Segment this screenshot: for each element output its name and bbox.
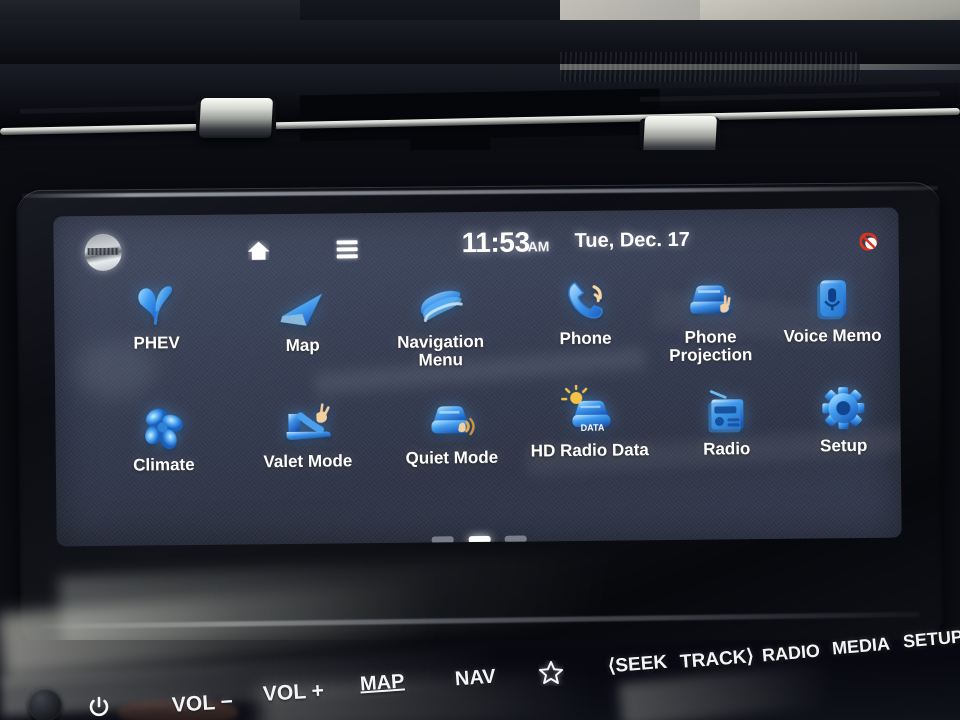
valet-hand-icon	[241, 395, 374, 448]
menu-icon[interactable]	[336, 240, 358, 259]
app-climate[interactable]: Climate	[97, 399, 230, 475]
quiet-car-icon	[385, 392, 518, 445]
phone-handset-icon	[519, 272, 652, 325]
vent-adjuster-left[interactable]	[198, 98, 274, 138]
radio-icon	[660, 383, 793, 436]
leaf-icon	[90, 277, 223, 330]
navigation-layers-icon	[374, 276, 507, 329]
status-bar: 11:53 AM Tue, Dec. 17	[53, 220, 898, 275]
app-label: Phone	[559, 328, 612, 349]
vol-down-button[interactable]: VOL −	[171, 690, 233, 718]
power-button[interactable]	[88, 695, 110, 717]
app-label: Radio	[703, 439, 751, 459]
clock-ampm: AM	[527, 238, 550, 255]
app-quiet-mode[interactable]: Quiet Mode	[385, 392, 518, 468]
map-button[interactable]: MAP	[359, 670, 405, 696]
app-voice-memo[interactable]: Voice Memo	[766, 270, 899, 346]
app-label: PHEV	[133, 333, 180, 353]
app-setup[interactable]: Setup	[777, 379, 902, 455]
seek-button[interactable]: ⟨SEEK	[607, 651, 668, 679]
star-icon[interactable]	[538, 660, 564, 686]
app-label: Climate	[133, 454, 195, 475]
svg-text:DATA: DATA	[581, 423, 605, 433]
map-arrow-icon	[236, 279, 369, 332]
app-label: Navigation Menu	[397, 331, 485, 370]
app-phev[interactable]: PHEV	[90, 277, 223, 353]
app-label: HD Radio Data	[530, 440, 649, 461]
clock-time: 11:53	[461, 226, 530, 259]
gear-icon	[777, 379, 902, 432]
phone-projection-icon	[644, 271, 777, 324]
app-hd-radio-data[interactable]: DATA HD Radio Data	[523, 384, 656, 460]
app-radio[interactable]: Radio	[660, 383, 793, 459]
app-label: Voice Memo	[783, 325, 882, 346]
app-label: Valet Mode	[263, 451, 353, 472]
app-label: Setup	[820, 435, 868, 456]
clock-date: Tue, Dec. 17	[574, 228, 690, 252]
no-signal-alert-icon[interactable]	[859, 232, 879, 252]
app-valet-mode[interactable]: Valet Mode	[241, 395, 374, 471]
app-grid: PHEV Map Navigation Menu Phone Phone Pro…	[54, 270, 901, 519]
home-icon[interactable]	[248, 240, 270, 260]
app-phone-projection[interactable]: Phone Projection	[644, 271, 777, 365]
hd-radio-data-icon: DATA	[523, 384, 656, 437]
infotainment-display[interactable]: 11:53 AM Tue, Dec. 17 PHEV Map Navigatio…	[53, 207, 902, 547]
app-label: Quiet Mode	[405, 447, 499, 468]
fan-icon	[97, 399, 230, 452]
app-map[interactable]: Map	[236, 279, 369, 355]
defrost-grille	[560, 52, 860, 82]
vol-up-button[interactable]: VOL +	[262, 679, 324, 707]
car-dashboard-photo: 11:53 AM Tue, Dec. 17 PHEV Map Navigatio…	[0, 0, 960, 720]
app-phone[interactable]: Phone	[519, 272, 652, 348]
app-label: Map	[285, 335, 320, 356]
app-navigation-menu[interactable]: Navigation Menu	[374, 276, 507, 370]
app-label: Phone Projection	[669, 327, 753, 365]
nav-button[interactable]: NAV	[454, 666, 496, 692]
profile-avatar[interactable]	[84, 233, 122, 272]
microphone-icon	[766, 270, 899, 323]
volume-knob[interactable]	[28, 688, 62, 720]
